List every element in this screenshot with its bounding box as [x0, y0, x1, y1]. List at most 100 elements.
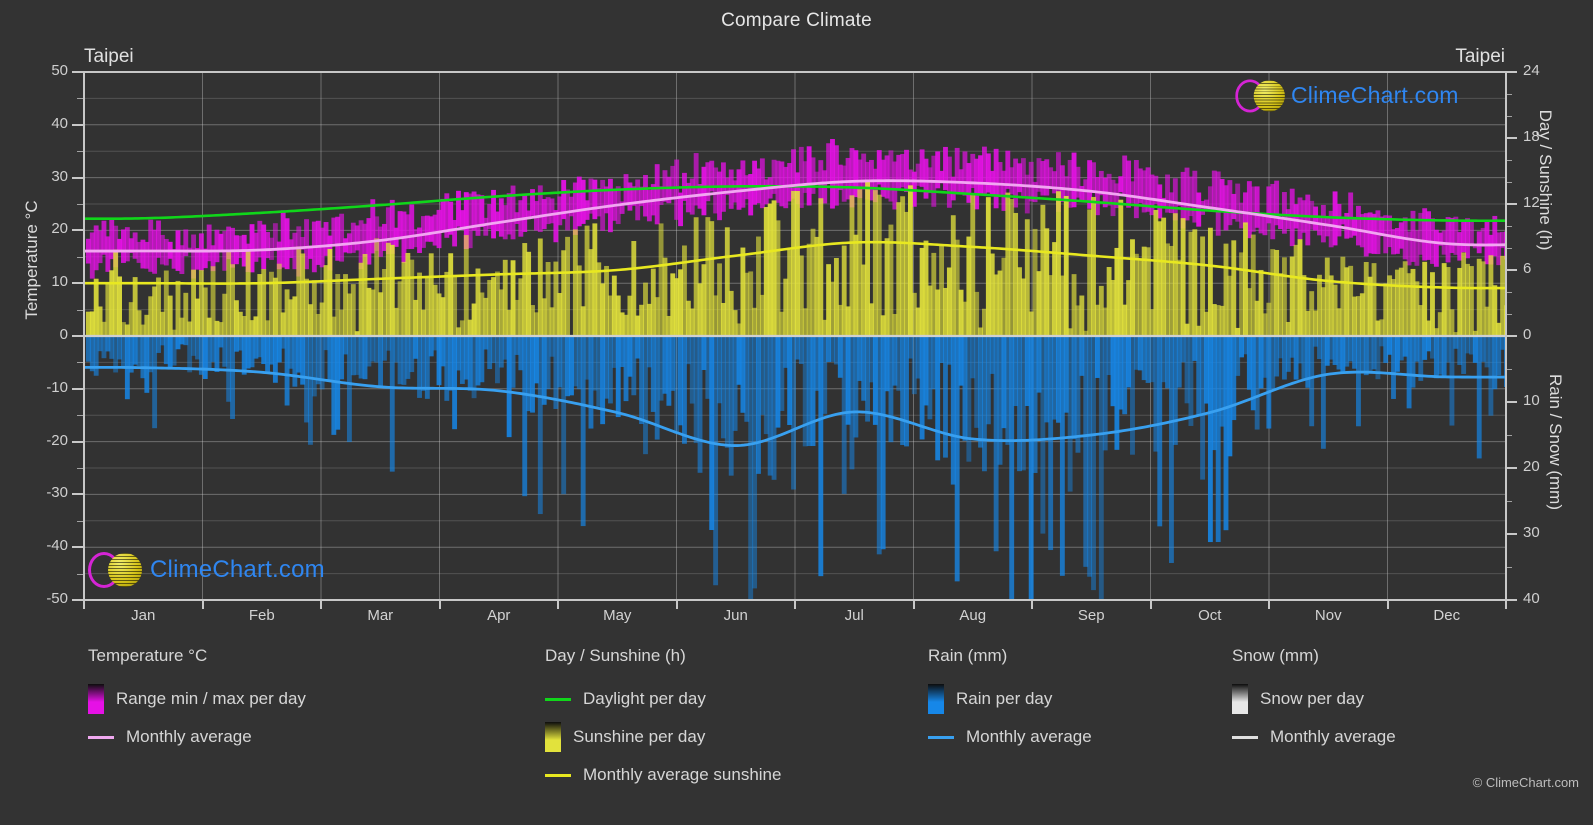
- y-axis-title-left: Temperature °C: [22, 200, 41, 320]
- y-tick-minor-left: [77, 520, 84, 522]
- y-tick-mark-right: [1505, 401, 1517, 403]
- y-tick-minor-left: [77, 204, 84, 205]
- chart-canvas: [84, 72, 1506, 600]
- legend-item[interactable]: Monthly average: [928, 718, 1092, 756]
- legend-item-label: Snow per day: [1260, 689, 1364, 708]
- legend-item[interactable]: Snow per day: [1232, 680, 1396, 718]
- legend-item[interactable]: Rain per day: [928, 680, 1092, 718]
- y-tick-mark-right: [1505, 335, 1517, 337]
- legend-line-icon: [1232, 735, 1258, 739]
- x-tick-label: Jul: [844, 607, 864, 624]
- legend-item[interactable]: Range min / max per day: [88, 680, 306, 718]
- x-tick-label: May: [603, 607, 632, 624]
- logo-sphere-icon: [1253, 80, 1285, 112]
- x-tick-label: Jan: [131, 607, 156, 624]
- x-tick-mark: [557, 601, 559, 609]
- legend-item-label: Range min / max per day: [116, 689, 306, 708]
- legend-line-icon: [545, 773, 571, 777]
- y-axis-title-right-top: Day / Sunshine (h): [1536, 109, 1555, 251]
- y-tick-minor-right: [1505, 116, 1512, 117]
- copyright-text: © ClimeChart.com: [1472, 775, 1579, 790]
- y-axis-title-right-bottom: Rain / Snow (mm): [1546, 373, 1565, 511]
- legend-item-label: Sunshine per day: [573, 727, 706, 746]
- y-tick-mark-left: [72, 335, 84, 337]
- legend-column-1: Temperature °C Range min / max per day Mon…: [88, 646, 306, 756]
- y-tick-minor-right: [1505, 248, 1512, 249]
- y-tick-mark-left: [72, 229, 84, 232]
- y-tick-minor-right: [1505, 94, 1512, 95]
- climechart-logo-bottom[interactable]: ClimeChart.com: [88, 550, 325, 590]
- city-label-left: Taipei: [84, 46, 134, 67]
- logo-text: ClimeChart.com: [150, 556, 325, 583]
- y-tick-minor-left: [77, 573, 84, 575]
- x-tick-mark: [1268, 601, 1270, 609]
- legend-item-label: Monthly average: [126, 727, 252, 746]
- x-tick-label: Mar: [367, 607, 394, 624]
- y-tick-mark-left: [72, 176, 84, 179]
- y-tick-minor-right: [1505, 292, 1512, 293]
- legend-swatch-icon: [88, 684, 104, 714]
- legend-item-label: Monthly average: [966, 727, 1092, 746]
- legend-line-icon: [928, 735, 954, 739]
- y-tick-minor-left: [77, 151, 84, 153]
- y-tick-mark-left: [72, 546, 84, 549]
- y-tick-label-left: -30: [46, 484, 68, 502]
- y-tick-minor-right: [1505, 314, 1512, 315]
- legend-heading: Day / Sunshine (h): [545, 646, 686, 665]
- chart-plot-area: [84, 72, 1506, 600]
- y-tick-label-left: 50: [51, 62, 68, 79]
- y-tick-minor-right: [1505, 435, 1512, 436]
- y-tick-mark-left: [72, 282, 84, 285]
- y-tick-minor-right: [1505, 369, 1512, 370]
- legend-swatch-icon: [1232, 684, 1248, 714]
- legend-heading: Rain (mm): [928, 646, 1008, 665]
- y-tick-minor-left: [77, 362, 84, 364]
- legend-item-label: Rain per day: [956, 689, 1053, 708]
- page-title: Compare Climate: [721, 10, 872, 31]
- y-tick-mark-right: [1505, 137, 1517, 139]
- legend-column-4: Snow (mm) Snow per day Monthly average: [1232, 646, 1396, 756]
- y-tick-minor-left: [77, 256, 84, 258]
- y-tick-mark-right: [1505, 269, 1517, 271]
- legend-swatch-icon: [928, 684, 944, 714]
- x-tick-label: Jun: [723, 607, 748, 624]
- legend-line-icon: [545, 697, 571, 701]
- y-tick-label-left: -50: [46, 590, 68, 607]
- y-tick-mark-right: [1505, 203, 1517, 205]
- y-tick-minor-right: [1505, 226, 1512, 227]
- legend-item[interactable]: Daylight per day: [545, 680, 781, 718]
- legend-item[interactable]: Sunshine per day: [545, 718, 781, 756]
- y-tick-mark-right: [1505, 71, 1517, 73]
- y-tick-minor-left: [77, 309, 84, 311]
- y-tick-minor-left: [77, 468, 84, 469]
- legend-heading: Snow (mm): [1232, 646, 1319, 665]
- y-tick-mark-left: [72, 440, 84, 443]
- legend-item-label: Monthly average: [1270, 727, 1396, 746]
- x-tick-mark: [1505, 601, 1507, 609]
- y-tick-label-left: -40: [46, 537, 68, 555]
- legend-item[interactable]: Monthly average sunshine: [545, 756, 781, 794]
- logo-sphere-icon: [108, 553, 142, 587]
- y-tick-minor-right: [1505, 567, 1512, 568]
- legend-item[interactable]: Monthly average: [88, 718, 306, 756]
- x-tick-label: Apr: [487, 607, 511, 624]
- y-tick-mark-left: [72, 493, 84, 496]
- y-tick-mark-right: [1505, 533, 1517, 535]
- y-tick-mark-left: [72, 123, 84, 126]
- x-tick-mark: [1031, 601, 1033, 609]
- legend-item-label: Monthly average sunshine: [583, 765, 782, 784]
- y-tick-minor-right: [1505, 182, 1512, 183]
- legend-item[interactable]: Monthly average: [1232, 718, 1396, 756]
- x-tick-mark: [675, 601, 678, 609]
- plot-border-top: [84, 71, 1506, 73]
- x-tick-mark: [83, 601, 85, 609]
- climechart-logo-top[interactable]: ClimeChart.com: [1233, 76, 1459, 114]
- x-tick-label: Oct: [1198, 607, 1222, 624]
- y-tick-mark-left: [72, 71, 84, 73]
- x-tick-label: Nov: [1314, 607, 1342, 624]
- climechart-logo-icon: [88, 550, 148, 590]
- legend-item-label: Daylight per day: [583, 689, 706, 708]
- y-tick-minor-left: [77, 98, 84, 100]
- legend-swatch-icon: [545, 722, 561, 752]
- climechart-logo-icon: [1235, 78, 1287, 113]
